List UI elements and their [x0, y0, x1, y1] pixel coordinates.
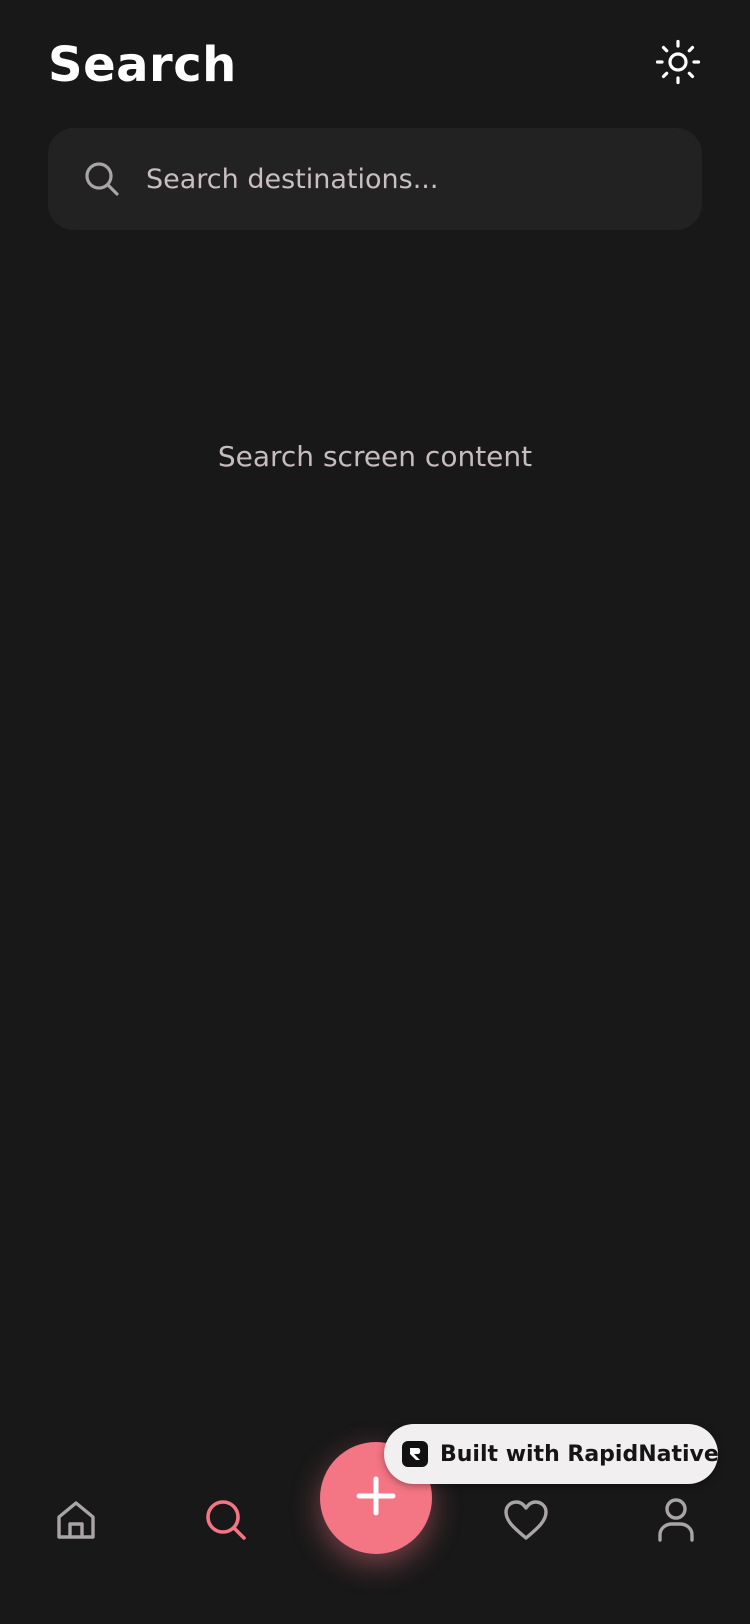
tab-search[interactable] — [196, 1460, 256, 1584]
tab-home[interactable] — [46, 1460, 106, 1584]
plus-icon — [356, 1476, 396, 1520]
search-input[interactable] — [144, 148, 668, 210]
search-icon — [82, 159, 122, 199]
badge-label: Built with RapidNative — [440, 1441, 719, 1467]
built-with-rapidnative-badge[interactable]: Built with RapidNative — [384, 1424, 719, 1484]
user-icon — [656, 1497, 696, 1547]
page-title: Search — [48, 37, 237, 93]
sun-icon — [655, 39, 701, 89]
search-bar[interactable] — [48, 128, 702, 230]
search-screen: Search Search destinations... Search scr… — [0, 0, 750, 1624]
rapidnative-logo-icon — [402, 1441, 428, 1467]
theme-toggle-button[interactable] — [652, 38, 704, 90]
search-icon — [203, 1497, 249, 1547]
home-icon — [54, 1498, 98, 1546]
heart-icon — [502, 1498, 550, 1546]
content-placeholder-text: Search screen content — [217, 440, 533, 473]
